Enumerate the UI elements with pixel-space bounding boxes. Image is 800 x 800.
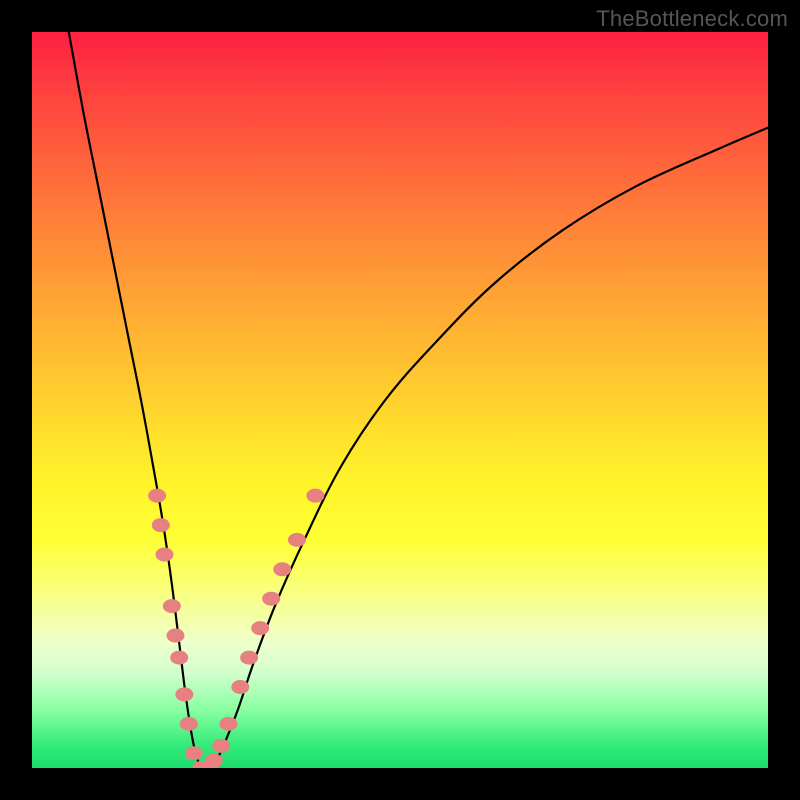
marker-point	[212, 739, 230, 753]
marker-point	[148, 489, 166, 503]
marker-point	[262, 592, 280, 606]
watermark-text: TheBottleneck.com	[596, 6, 788, 32]
marker-point	[167, 629, 185, 643]
marker-point	[205, 754, 223, 768]
marker-point	[155, 548, 173, 562]
marker-point	[185, 746, 203, 760]
marker-group	[148, 489, 324, 768]
marker-point	[240, 651, 258, 665]
marker-point	[163, 599, 181, 613]
marker-point	[175, 687, 193, 701]
marker-point	[288, 533, 306, 547]
marker-point	[231, 680, 249, 694]
marker-point	[306, 489, 324, 503]
marker-point	[220, 717, 238, 731]
marker-point	[152, 518, 170, 532]
plot-area	[32, 32, 768, 768]
marker-point	[273, 562, 291, 576]
marker-point	[170, 651, 188, 665]
marker-point	[180, 717, 198, 731]
curve-svg	[32, 32, 768, 768]
marker-point	[251, 621, 269, 635]
chart-frame: TheBottleneck.com	[0, 0, 800, 800]
